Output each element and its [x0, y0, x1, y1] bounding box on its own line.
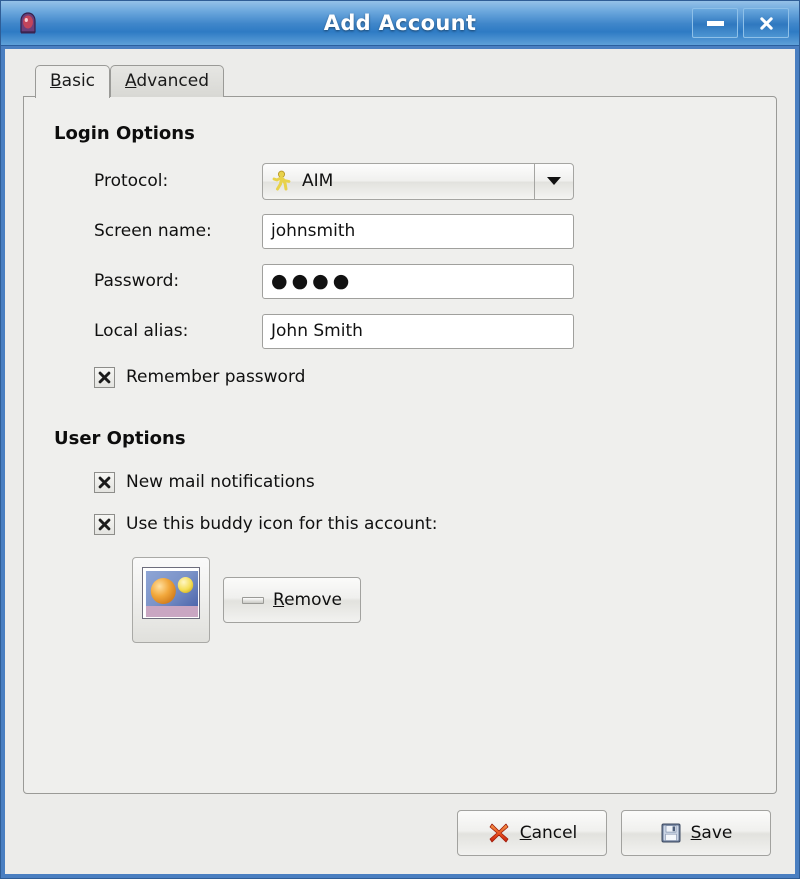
window-title: Add Account [323, 11, 477, 35]
buddy-icon-controls: Remove [54, 557, 746, 643]
window-titlebar: Add Account [1, 1, 799, 46]
checkmark-x-icon [98, 518, 111, 530]
use-buddy-icon-checkbox[interactable] [94, 513, 115, 535]
tab-basic-label-rest: asic [61, 71, 96, 91]
protocol-value: AIM [302, 171, 334, 191]
close-icon [759, 16, 773, 30]
user-options-heading: User Options [54, 428, 186, 449]
screen-name-label: Screen name: [94, 221, 212, 241]
add-account-window: Add Account Basic Advanced Login Options… [0, 0, 800, 879]
screen-name-input[interactable]: johnsmith [262, 213, 574, 249]
protocol-row: Protocol: AIM [54, 160, 746, 202]
remember-password-label[interactable]: Remember password [126, 367, 305, 387]
floppy-disk-icon [660, 822, 682, 844]
password-row: Password: ●●●● [54, 260, 746, 302]
tab-basic[interactable]: Basic [35, 65, 111, 98]
basic-tab-panel: Login Options Protocol: AIM Screen name:… [23, 96, 777, 794]
new-mail-notifications-label[interactable]: New mail notifications [126, 472, 315, 492]
dialog-content: Basic Advanced Login Options Protocol: A… [5, 49, 795, 874]
window-controls [692, 8, 793, 38]
password-input[interactable]: ●●●● [262, 263, 574, 299]
tab-advanced-mnemonic: A [125, 71, 137, 91]
new-mail-notifications-checkbox[interactable] [94, 471, 115, 493]
chevron-down-icon [547, 177, 561, 185]
checkmark-x-icon [98, 476, 111, 488]
protocol-combobox[interactable]: AIM [262, 162, 574, 200]
minus-dash-icon [242, 596, 264, 604]
pidgin-app-icon [15, 10, 41, 36]
local-alias-input[interactable]: John Smith [262, 313, 574, 349]
remove-button-label: Remove [273, 590, 343, 610]
red-x-icon [487, 821, 511, 845]
save-button-label: Save [690, 823, 733, 843]
tab-bar: Basic Advanced [23, 63, 777, 98]
screen-name-row: Screen name: johnsmith [54, 210, 746, 252]
local-alias-row: Local alias: John Smith [54, 310, 746, 352]
tab-basic-mnemonic: B [50, 71, 62, 91]
minimize-button[interactable] [692, 8, 738, 38]
protocol-label: Protocol: [94, 171, 169, 191]
tab-advanced[interactable]: Advanced [110, 65, 225, 97]
minimize-icon [706, 20, 724, 26]
protocol-combo-value-area[interactable]: AIM [262, 162, 534, 200]
checkmark-x-icon [98, 371, 111, 383]
tab-advanced-label-rest: dvanced [136, 71, 210, 91]
local-alias-label: Local alias: [94, 321, 189, 341]
save-button[interactable]: Save [621, 810, 771, 856]
remove-buddy-icon-button[interactable]: Remove [223, 577, 362, 623]
buddy-icon-chooser-button[interactable] [132, 557, 210, 643]
cancel-button-label: Cancel [519, 823, 578, 843]
cancel-button[interactable]: Cancel [457, 810, 607, 856]
remember-password-checkbox[interactable] [94, 366, 115, 388]
buddy-icon-image [142, 567, 200, 619]
dialog-action-bar: Cancel Save [23, 794, 777, 862]
aim-running-man-icon [271, 170, 293, 192]
remember-password-row[interactable]: Remember password [54, 360, 746, 394]
new-mail-notifications-row[interactable]: New mail notifications [54, 465, 746, 499]
use-buddy-icon-label[interactable]: Use this buddy icon for this account: [126, 514, 438, 534]
close-button[interactable] [743, 8, 789, 38]
login-options-heading: Login Options [54, 123, 195, 144]
use-buddy-icon-row[interactable]: Use this buddy icon for this account: [54, 507, 746, 541]
password-label: Password: [94, 271, 180, 291]
protocol-dropdown-button[interactable] [534, 162, 574, 200]
